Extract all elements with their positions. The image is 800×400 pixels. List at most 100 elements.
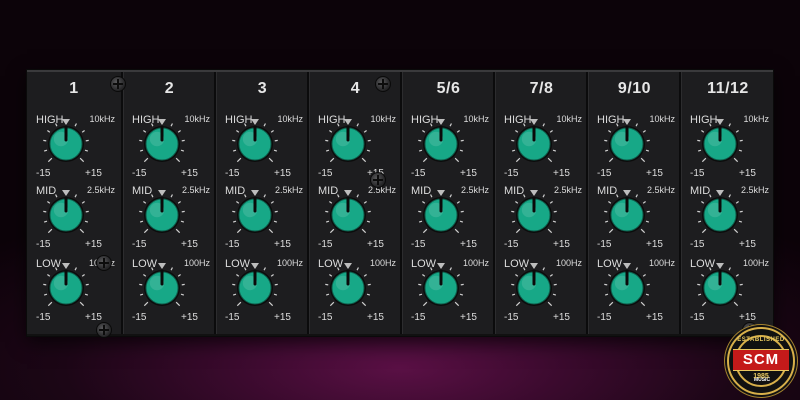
scale-tick [454, 301, 460, 307]
eq-knob-mid-ch1[interactable] [26, 185, 106, 245]
eq-knob-mid-ch3[interactable] [215, 185, 295, 245]
scale-tick [143, 301, 149, 307]
eq-knob-high-ch8[interactable] [680, 114, 760, 174]
scale-tick [366, 220, 371, 223]
scale-tick [151, 267, 154, 271]
scale-tick [74, 194, 77, 198]
scale-tick [547, 157, 553, 163]
scale-tick [549, 273, 553, 277]
scm-logo: ESTABLISHED SCM MUSIC 1985 [727, 327, 795, 395]
center-detent-marker [437, 119, 445, 125]
scale-tick [232, 220, 237, 223]
eq-knob-low-ch3[interactable] [215, 258, 295, 318]
eq-knob-low-ch6[interactable] [494, 258, 574, 318]
scale-min-label: -15 [504, 312, 519, 323]
scale-tick [244, 267, 247, 271]
eq-knob-high-ch3[interactable] [215, 114, 295, 174]
scale-tick [363, 129, 367, 133]
scale-tick [456, 273, 460, 277]
scale-max-label: +15 [274, 168, 291, 179]
scale-max-label: +15 [739, 168, 756, 179]
eq-knob-low-ch8[interactable] [680, 258, 760, 318]
scale-max-label: +15 [553, 168, 570, 179]
scale-tick [143, 228, 149, 234]
eq-knob-high-ch2[interactable] [122, 114, 202, 174]
eq-knob-mid-ch6[interactable] [494, 185, 574, 245]
scale-tick [542, 123, 545, 127]
scale-tick [74, 267, 77, 271]
scale-tick [139, 149, 144, 152]
scale-max-label: +15 [646, 239, 663, 250]
scale-tick [608, 157, 614, 163]
eq-knob-mid-ch7[interactable] [587, 185, 667, 245]
scale-tick [329, 129, 333, 133]
scale-max-label: +15 [646, 168, 663, 179]
eq-knob-low-ch7[interactable] [587, 258, 667, 318]
scale-min-label: -15 [690, 168, 705, 179]
channel-number: 9/10 [617, 80, 652, 97]
scale-tick [236, 273, 240, 277]
scale-tick [263, 123, 266, 127]
channel-strip-2: 2 HIGH 10kHz -15 +15 MID 2.5kHz -15 +15 LOW 100Hz -… [121, 72, 216, 334]
channel-strip-3: 3 HIGH 10kHz -15 +15 MID 2.5kHz -15 +15 LOW 100Hz -… [214, 72, 309, 334]
scale-tick [143, 157, 149, 163]
scale-tick [81, 129, 85, 133]
eq-knob-high-ch7[interactable] [587, 114, 667, 174]
scale-tick [735, 273, 739, 277]
center-detent-marker [623, 190, 631, 196]
eq-knob-high-ch6[interactable] [494, 114, 574, 174]
eq-knob-low-ch5[interactable] [401, 258, 481, 318]
scale-tick [642, 129, 646, 133]
scale-tick [515, 157, 521, 163]
scale-tick [236, 129, 240, 133]
scale-tick [55, 267, 58, 271]
scale-max-label: +15 [460, 239, 477, 250]
scale-tick [459, 293, 464, 296]
scale-tick [645, 293, 650, 296]
scale-min-label: -15 [597, 168, 612, 179]
scale-tick [270, 129, 274, 133]
scale-tick [232, 293, 237, 296]
scale-tick [79, 301, 85, 307]
scale-max-label: +15 [274, 239, 291, 250]
scale-min-label: -15 [411, 168, 426, 179]
scale-tick [55, 194, 58, 198]
scale-tick [635, 123, 638, 127]
scale-min-label: -15 [225, 239, 240, 250]
scale-tick [418, 293, 423, 296]
eq-knob-mid-ch8[interactable] [680, 185, 760, 245]
scale-tick [701, 129, 705, 133]
scale-tick [422, 228, 428, 234]
scale-tick [511, 149, 516, 152]
logo-year: 1985 [753, 373, 769, 380]
panel-screw [96, 322, 112, 338]
eq-knob-low-ch2[interactable] [122, 258, 202, 318]
scale-tick [422, 157, 428, 163]
scale-tick [616, 267, 619, 271]
scale-tick [177, 129, 181, 133]
scale-max-label: +15 [181, 239, 198, 250]
scale-tick [79, 157, 85, 163]
scale-tick [268, 228, 274, 234]
scale-tick [735, 129, 739, 133]
eq-knob-high-ch1[interactable] [26, 114, 106, 174]
scale-tick [263, 194, 266, 198]
eq-knob-high-ch5[interactable] [401, 114, 481, 174]
eq-knob-mid-ch4[interactable] [308, 185, 388, 245]
center-detent-marker [623, 119, 631, 125]
scale-tick [177, 273, 181, 277]
scale-tick [430, 123, 433, 127]
eq-knob-low-ch4[interactable] [308, 258, 388, 318]
center-detent-marker [437, 263, 445, 269]
scale-tick [361, 301, 367, 307]
eq-knob-high-ch4[interactable] [308, 114, 388, 174]
scale-tick [361, 228, 367, 234]
scale-tick [366, 149, 371, 152]
eq-knob-mid-ch2[interactable] [122, 185, 202, 245]
scale-tick [635, 267, 638, 271]
scale-min-label: -15 [36, 239, 51, 250]
scale-tick [552, 293, 557, 296]
eq-knob-low-ch1[interactable] [26, 258, 106, 318]
scale-max-label: +15 [181, 312, 198, 323]
eq-knob-mid-ch5[interactable] [401, 185, 481, 245]
